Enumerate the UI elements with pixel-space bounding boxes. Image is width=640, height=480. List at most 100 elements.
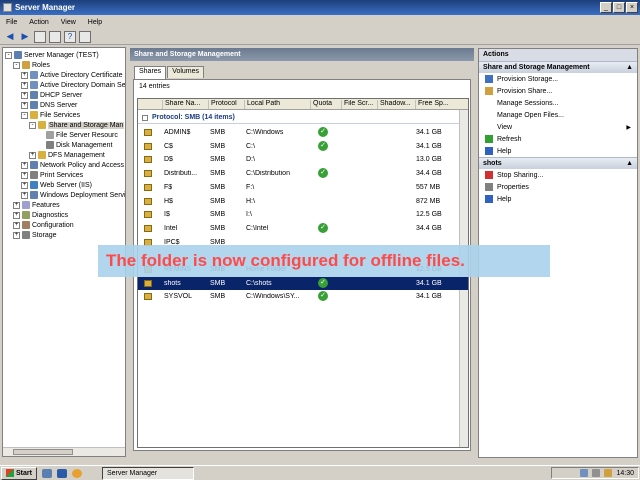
table-row[interactable]: I$ SMB I:\ 12.5 GB	[138, 208, 468, 222]
action-label: Provision Share...	[497, 87, 553, 95]
table-row[interactable]: ADMIN$ SMB C:\Windows 34.1 GB ✓	[138, 126, 468, 140]
column-shadow-copies[interactable]: Shadow...	[377, 100, 413, 109]
expand-collapse-icon[interactable]: +	[21, 181, 28, 189]
group-collapse-icon[interactable]	[142, 114, 148, 121]
tab-shares[interactable]: Shares	[134, 66, 167, 79]
table-row[interactable]: shots SMB C:\shots 34.1 GB ✓	[138, 276, 468, 291]
menu-action[interactable]: Action	[29, 19, 48, 26]
volume-tray-icon[interactable]	[592, 469, 601, 477]
scroll-thumb[interactable]	[13, 449, 73, 455]
expand-collapse-icon[interactable]: +	[21, 71, 28, 79]
network-tray-icon[interactable]	[580, 469, 589, 477]
expand-collapse-icon[interactable]: +	[21, 171, 28, 179]
shadow-copy-check-icon: ✓	[318, 222, 328, 233]
explorer-quicklaunch-icon[interactable]	[71, 468, 82, 478]
tree-node[interactable]: Disk Management	[37, 140, 112, 150]
action-item[interactable]: Help	[479, 193, 637, 205]
column-file-screening[interactable]: File Scr...	[341, 100, 375, 109]
expand-collapse-icon[interactable]: +	[21, 191, 28, 199]
expand-collapse-icon[interactable]: -	[29, 121, 36, 129]
expand-collapse-icon[interactable]: +	[13, 211, 20, 219]
tree-node[interactable]: - Roles	[13, 60, 50, 70]
server-manager-quicklaunch-icon[interactable]	[41, 468, 52, 478]
table-row[interactable]: Intel SMB C:\Intel 34.4 GB ✓	[138, 222, 468, 236]
tree-node[interactable]: + Active Directory Certificate	[21, 70, 122, 80]
tree-node[interactable]: + Features	[13, 200, 60, 210]
start-button[interactable]: Start	[1, 466, 37, 480]
table-row[interactable]: SYSVOL SMB C:\Windows\SY... 34.1 GB ✓	[138, 290, 468, 304]
notification-tray-icon[interactable]	[604, 469, 613, 477]
title-bar: Server Manager _ □ ×	[0, 0, 640, 15]
forward-arrow-icon[interactable]: ▶	[19, 31, 31, 43]
close-button[interactable]: ×	[626, 2, 638, 13]
show-hide-tree-icon[interactable]	[49, 30, 61, 43]
expand-collapse-icon[interactable]: +	[13, 231, 20, 239]
expand-collapse-icon[interactable]: +	[21, 91, 28, 99]
actions-section-title: shots	[483, 160, 502, 167]
tree-node[interactable]: + Storage	[13, 230, 57, 240]
action-item[interactable]: View ▶	[479, 121, 637, 133]
action-item[interactable]: Manage Open Files...	[479, 109, 637, 121]
tree-node[interactable]: + DFS Management	[29, 150, 105, 160]
action-item[interactable]: Properties	[479, 181, 637, 193]
column-local-path[interactable]: Local Path	[244, 100, 308, 109]
tree-node[interactable]: + Network Policy and Access	[21, 160, 124, 170]
action-item[interactable]: Provision Share...	[479, 85, 637, 97]
tree-node[interactable]: + DHCP Server	[21, 90, 82, 100]
properties-icon[interactable]	[79, 30, 91, 43]
menu-file[interactable]: File	[6, 19, 17, 26]
group-header[interactable]: Protocol: SMB (14 items)	[138, 112, 468, 124]
powershell-quicklaunch-icon[interactable]	[56, 468, 67, 478]
table-row[interactable]: Distributi... SMB C:\Distribution 34.4 GB ✓	[138, 167, 468, 181]
tree-node[interactable]: + Windows Deployment Servi	[21, 190, 125, 200]
tree-node[interactable]: + DNS Server	[21, 100, 77, 110]
tree-node-label: Network Policy and Access	[40, 161, 125, 169]
expand-collapse-icon[interactable]: +	[21, 161, 28, 169]
expand-collapse-icon[interactable]: +	[21, 81, 28, 89]
tree-node[interactable]: + Active Directory Domain Se	[21, 80, 125, 90]
table-row[interactable]: H$ SMB H:\ 872 MB	[138, 195, 468, 209]
help-icon	[485, 195, 493, 203]
column-share-name[interactable]: Share Na...	[162, 100, 202, 109]
menu-help[interactable]: Help	[88, 19, 102, 26]
column-protocol[interactable]: Protocol	[208, 100, 242, 109]
expand-collapse-icon[interactable]: +	[13, 221, 20, 229]
action-item[interactable]: Manage Sessions...	[479, 97, 637, 109]
tree-node-icon	[22, 211, 30, 219]
expand-collapse-icon[interactable]: +	[29, 151, 36, 159]
actions-section-header[interactable]: Share and Storage Management ▲	[479, 61, 637, 73]
expand-collapse-icon[interactable]: +	[21, 101, 28, 109]
help-icon[interactable]: ?	[64, 30, 76, 43]
tree-horizontal-scrollbar[interactable]	[3, 447, 125, 456]
tree-node[interactable]: + Diagnostics	[13, 210, 68, 220]
tab-volumes[interactable]: Volumes	[167, 66, 205, 78]
table-row[interactable]: D$ SMB D:\ 13.0 GB	[138, 153, 468, 167]
table-row[interactable]: C$ SMB C:\ 34.1 GB ✓	[138, 140, 468, 154]
tree-node[interactable]: + Print Services	[21, 170, 83, 180]
table-row[interactable]: F$ SMB F:\ 557 MB	[138, 181, 468, 195]
back-arrow-icon[interactable]: ◀	[4, 31, 16, 43]
tree-node[interactable]: - File Services	[21, 110, 80, 120]
minimize-button[interactable]: _	[600, 2, 612, 13]
action-item[interactable]: Provision Storage...	[479, 73, 637, 85]
column-quota[interactable]: Quota	[310, 100, 340, 109]
expand-collapse-icon[interactable]: -	[13, 61, 20, 69]
expand-collapse-icon[interactable]: -	[5, 51, 12, 59]
tree-node[interactable]: + Web Server (IIS)	[21, 180, 92, 190]
actions-section-header[interactable]: shots ▲	[479, 157, 637, 169]
tree-node[interactable]: File Server Resourc	[37, 130, 118, 140]
expand-collapse-icon[interactable]: +	[13, 201, 20, 209]
maximize-button[interactable]: □	[613, 2, 625, 13]
action-item[interactable]: Refresh	[479, 133, 637, 145]
tree-node[interactable]: - Server Manager (TEST)	[5, 50, 99, 60]
tree-node[interactable]: - Share and Storage Man	[29, 120, 125, 130]
action-item[interactable]: Stop Sharing...	[479, 169, 637, 181]
up-folder-icon[interactable]	[34, 30, 46, 43]
taskbar-server-manager[interactable]: Server Manager	[101, 466, 194, 480]
column-free-space[interactable]: Free Sp...	[415, 100, 459, 109]
expand-collapse-icon[interactable]: -	[21, 111, 28, 119]
menu-view[interactable]: View	[61, 19, 76, 26]
tree-node[interactable]: + Configuration	[13, 220, 74, 230]
share-icon	[485, 87, 493, 95]
action-item[interactable]: Help	[479, 145, 637, 157]
